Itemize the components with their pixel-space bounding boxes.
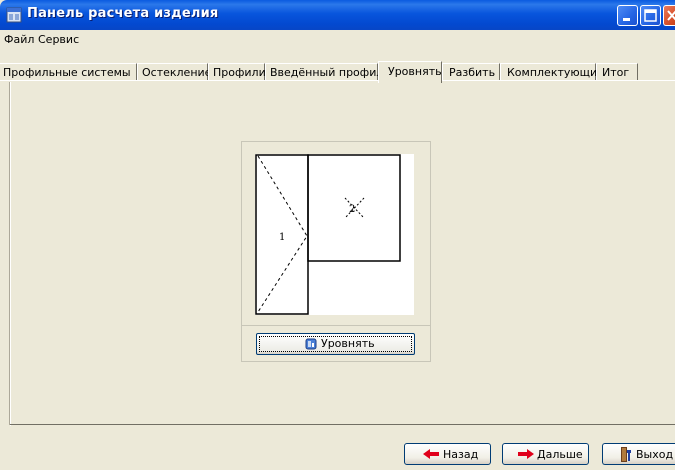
tab-strip: Профильные системы Остекление Профили Вв… xyxy=(0,61,675,83)
tab-label: Разбить xyxy=(449,66,496,79)
title-bar: Панель расчета изделия xyxy=(0,0,675,30)
app-icon xyxy=(6,7,22,23)
window-title: Панель расчета изделия xyxy=(27,6,219,21)
tab-entered-profile[interactable]: Введённый профиль xyxy=(265,63,390,80)
menu-bar: Файл Сервис xyxy=(0,30,675,50)
arrow-right-icon xyxy=(518,449,534,459)
close-icon xyxy=(667,10,675,21)
maximize-button[interactable] xyxy=(640,5,661,26)
exit-door-icon xyxy=(621,447,631,462)
panel-border xyxy=(10,424,675,425)
minimize-icon xyxy=(623,18,630,21)
tab-profiles[interactable]: Профили xyxy=(208,63,266,80)
level-button[interactable]: Уровнять xyxy=(256,333,415,355)
drawing-separator xyxy=(242,325,430,326)
tab-label: Уровнять xyxy=(388,65,442,78)
menu-file[interactable]: Файл xyxy=(4,33,34,46)
maximize-icon xyxy=(644,9,657,22)
level-button-label: Уровнять xyxy=(321,337,375,350)
tab-glazing[interactable]: Остекление xyxy=(137,63,212,80)
back-button[interactable]: Назад xyxy=(404,443,491,465)
tab-divider xyxy=(0,80,675,81)
sash-2-label: 2 xyxy=(349,204,355,215)
arrow-left-icon xyxy=(423,449,439,459)
tab-label: Остекление xyxy=(142,66,212,79)
tab-label: Введённый профиль xyxy=(270,66,390,79)
window-drawing-canvas[interactable]: 1 2 xyxy=(255,154,414,315)
menu-service[interactable]: Сервис xyxy=(38,33,79,46)
tab-components[interactable]: Комплектующие xyxy=(500,63,604,80)
sash-1-label: 1 xyxy=(279,232,285,243)
tab-total[interactable]: Итог xyxy=(596,63,638,80)
tab-label: Профильные системы xyxy=(3,66,131,79)
exit-button[interactable]: Выход xyxy=(602,443,675,465)
close-button[interactable] xyxy=(663,5,675,26)
back-button-label: Назад xyxy=(443,448,479,461)
next-button-label: Дальше xyxy=(537,448,583,461)
minimize-button[interactable] xyxy=(617,5,638,26)
level-icon xyxy=(305,338,317,350)
tab-label: Комплектующие xyxy=(507,66,604,79)
tab-label: Профили xyxy=(213,66,266,79)
tab-level[interactable]: Уровнять xyxy=(378,61,442,83)
exit-button-label: Выход xyxy=(636,448,674,461)
tab-profile-systems[interactable]: Профильные системы xyxy=(0,63,137,80)
tab-label: Итог xyxy=(602,66,630,79)
tab-split[interactable]: Разбить xyxy=(442,63,500,80)
next-button[interactable]: Дальше xyxy=(502,443,589,465)
window-drawing: 1 2 xyxy=(255,154,401,315)
